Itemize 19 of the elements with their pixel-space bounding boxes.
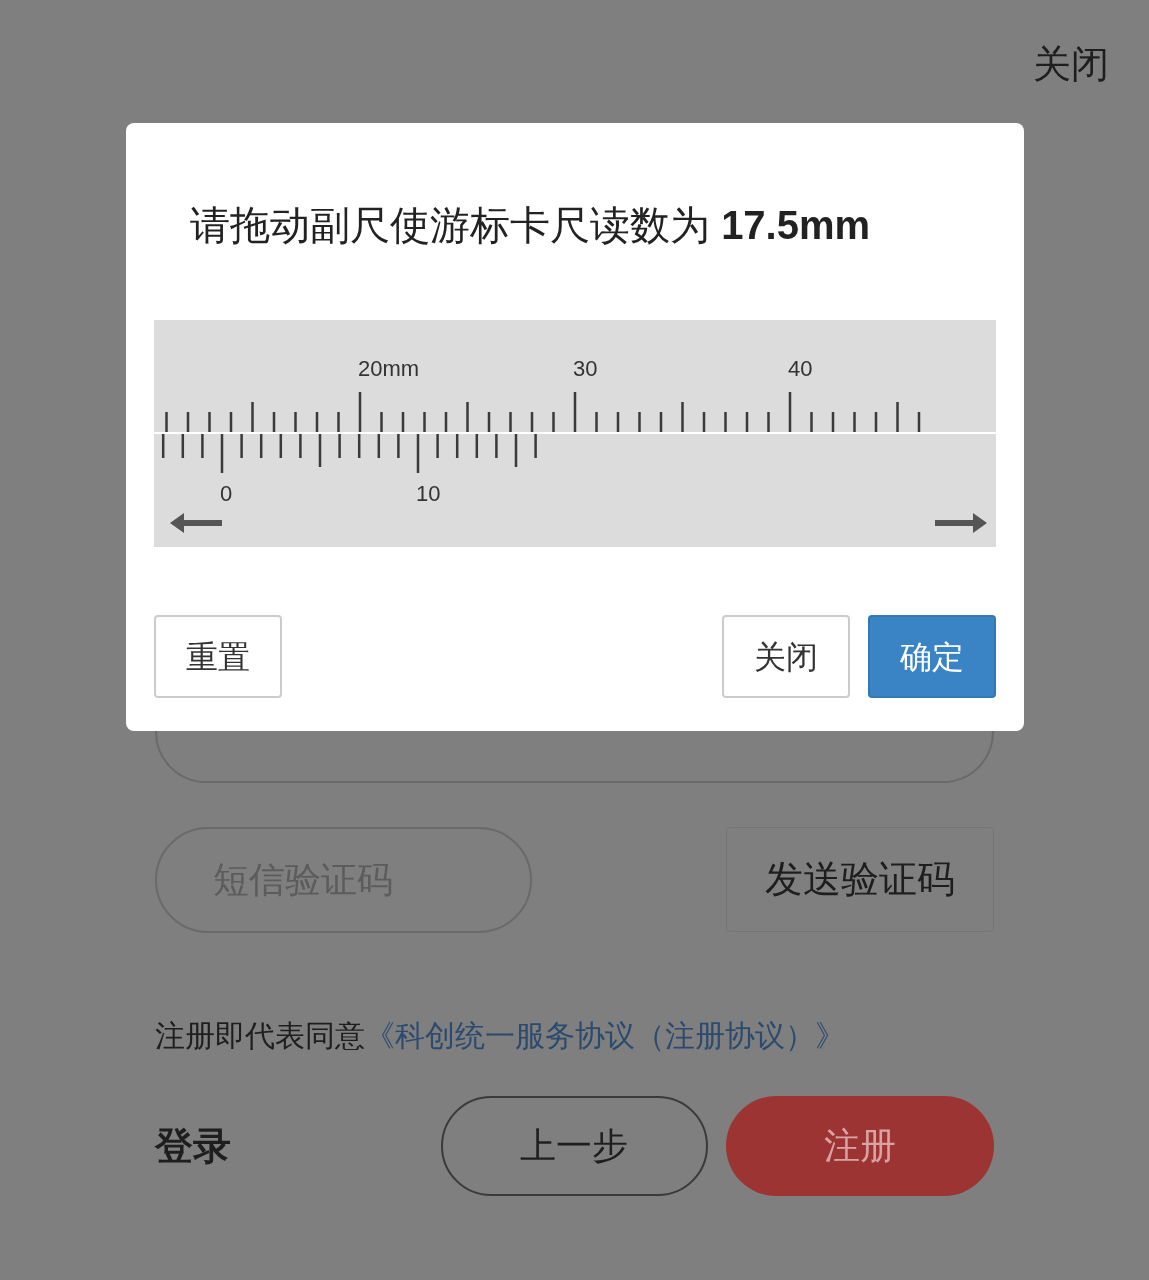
- register-button[interactable]: 注册: [726, 1096, 994, 1196]
- confirm-button[interactable]: 确定: [868, 615, 996, 698]
- scale-label: 20mm: [358, 356, 420, 381]
- scale-label: 10: [416, 481, 441, 506]
- back-button[interactable]: 上一步: [440, 1096, 709, 1196]
- dialog-title: 请拖动副尺使游标卡尺读数为 17.5mm: [190, 203, 871, 247]
- left-arrow-icon[interactable]: [170, 513, 222, 533]
- vernier-scale[interactable]: [161, 434, 537, 473]
- agreement-text: 注册即代表同意: [155, 1018, 365, 1054]
- close-link[interactable]: 关闭: [1033, 36, 1109, 93]
- right-arrow-icon[interactable]: [935, 513, 987, 533]
- send-code-button[interactable]: 发送验证码: [726, 827, 994, 932]
- scale-label: 0: [220, 481, 233, 506]
- reset-button[interactable]: 重置: [154, 615, 282, 698]
- login-link[interactable]: 登录: [155, 1117, 441, 1175]
- agreement-link[interactable]: 《科创统一服务协议（注册协议）》: [365, 1013, 845, 1058]
- scale-label: 30: [573, 356, 598, 381]
- scale-label: 40: [788, 356, 813, 381]
- close-button[interactable]: 关闭: [722, 615, 850, 698]
